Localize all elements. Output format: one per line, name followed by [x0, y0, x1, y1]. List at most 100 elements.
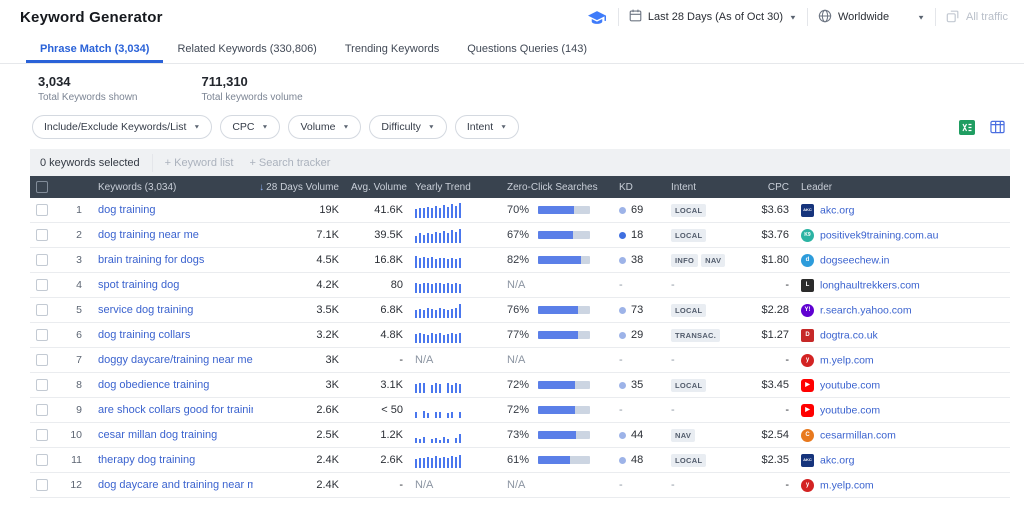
- avg-volume: 41.6K: [374, 204, 403, 216]
- tab-questions-queries-143[interactable]: Questions Queries (143): [453, 34, 601, 63]
- leader-link[interactable]: dogtra.co.uk: [820, 329, 878, 341]
- select-all-checkbox[interactable]: [36, 181, 48, 193]
- leader-link[interactable]: youtube.com: [820, 379, 880, 391]
- filter-include-exclude-keywords-list[interactable]: Include/Exclude Keywords/List ▼: [32, 115, 213, 139]
- leader-link[interactable]: youtube.com: [820, 404, 880, 416]
- leader-link[interactable]: akc.org: [820, 204, 854, 216]
- zero-click-bar: [538, 306, 590, 315]
- action-search-tracker[interactable]: + Search tracker: [249, 157, 330, 169]
- row-checkbox[interactable]: [36, 204, 48, 217]
- col-intent[interactable]: Intent: [665, 182, 737, 193]
- intent: -: [671, 404, 675, 416]
- kd-dot: [619, 431, 626, 439]
- zero-click-pct: 73%: [507, 429, 530, 441]
- row-checkbox[interactable]: [36, 454, 48, 467]
- zero-click-pct: 77%: [507, 329, 530, 341]
- keyword-link[interactable]: therapy dog training: [98, 454, 195, 466]
- col-cpc[interactable]: CPC: [737, 182, 795, 193]
- filter-label: Volume: [300, 121, 336, 133]
- row-number: 2: [76, 229, 82, 241]
- filter-cpc[interactable]: CPC ▼: [220, 115, 281, 139]
- col-avg-volume[interactable]: Avg. Volume: [345, 182, 409, 193]
- zero-click: 67%: [501, 229, 613, 241]
- avg-volume: -: [399, 354, 403, 366]
- keyword-link[interactable]: spot training dog: [98, 279, 179, 291]
- row-number: 8: [76, 379, 82, 391]
- leader-link[interactable]: akc.org: [820, 454, 854, 466]
- keyword-link[interactable]: cesar millan dog training: [98, 429, 217, 441]
- leader-link[interactable]: cesarmillan.com: [820, 429, 896, 441]
- trend-chart: [415, 402, 495, 418]
- keyword-link[interactable]: dog daycare and training near me ...: [98, 479, 253, 491]
- table-row: 6 dog training collars 3.2K 4.8K 77% 29 TRANSA…: [30, 323, 1010, 348]
- stat-block: 3,034 Total Keywords shown: [38, 74, 138, 103]
- row-checkbox[interactable]: [36, 379, 48, 392]
- zero-click-bar: [538, 231, 590, 240]
- keyword-link[interactable]: brain training for dogs: [98, 254, 204, 266]
- row-checkbox[interactable]: [36, 304, 48, 317]
- keyword-link[interactable]: service dog training: [98, 304, 193, 316]
- stat-value: 3,034: [38, 74, 71, 89]
- filter-difficulty[interactable]: Difficulty ▼: [369, 115, 447, 139]
- leader-link[interactable]: dogseechew.in: [820, 254, 889, 266]
- zero-click-bar: [538, 331, 590, 340]
- intent-badge: LOCAL: [671, 453, 707, 467]
- filter-label: Intent: [466, 121, 494, 133]
- row-checkbox[interactable]: [36, 354, 48, 367]
- manage-columns-button[interactable]: [986, 117, 1008, 137]
- keyword-link[interactable]: doggy daycare/training near me: [98, 354, 253, 366]
- leader-link[interactable]: r.search.yahoo.com: [820, 304, 912, 316]
- col-kd[interactable]: KD: [613, 182, 665, 193]
- col-28-days-volume[interactable]: ↓ 28 Days Volume: [253, 182, 345, 193]
- vol-28d: 2.4K: [316, 479, 339, 491]
- filter-bar: Include/Exclude Keywords/List ▼ CPC ▼ Volume…: [30, 109, 1010, 149]
- location-select[interactable]: Worldwide ▼: [818, 9, 925, 26]
- kd: 18: [613, 229, 665, 241]
- leader-link[interactable]: longhaultrekkers.com: [820, 279, 920, 291]
- cpc: $2.54: [761, 429, 789, 441]
- row-number: 5: [76, 304, 82, 316]
- zero-click-bar: [538, 456, 590, 465]
- col-keywords[interactable]: Keywords (3,034): [92, 182, 253, 193]
- keyword-link[interactable]: dog training collars: [98, 329, 190, 341]
- academy-icon[interactable]: [586, 7, 608, 27]
- tab-related-keywords-330-806[interactable]: Related Keywords (330,806): [163, 34, 330, 63]
- row-checkbox[interactable]: [36, 254, 48, 267]
- tab-trending-keywords[interactable]: Trending Keywords: [331, 34, 453, 63]
- zero-click: 77%: [501, 329, 613, 341]
- avg-volume: 2.6K: [380, 454, 403, 466]
- date-range-select[interactable]: Last 28 Days (As of Oct 30) ▼: [629, 9, 797, 25]
- export-xls-button[interactable]: [956, 117, 978, 137]
- keyword-link[interactable]: are shock collars good for training ...: [98, 404, 253, 416]
- leader-link[interactable]: positivek9training.com.au: [820, 229, 938, 241]
- col-zero-click[interactable]: Zero-Click Searches: [501, 182, 613, 193]
- action-keyword-list[interactable]: + Keyword list: [165, 157, 234, 169]
- row-number: 6: [76, 329, 82, 341]
- filter-volume[interactable]: Volume ▼: [288, 115, 362, 139]
- row-number: 3: [76, 254, 82, 266]
- zero-click-bar: [538, 256, 590, 265]
- tab-phrase-match-3-034[interactable]: Phrase Match (3,034): [26, 34, 163, 63]
- row-checkbox[interactable]: [36, 329, 48, 342]
- keyword-link[interactable]: dog training near me: [98, 229, 199, 241]
- row-number: 9: [76, 404, 82, 416]
- filter-intent[interactable]: Intent ▼: [454, 115, 520, 139]
- keyword-link[interactable]: dog training: [98, 204, 156, 216]
- traffic-filter-select[interactable]: All traffic: [946, 9, 1008, 26]
- intent: -: [671, 479, 675, 491]
- table-row: 4 spot training dog 4.2K 80 N/A - - - Llonghault…: [30, 273, 1010, 298]
- keyword-link[interactable]: dog obedience training: [98, 379, 209, 391]
- avg-volume: -: [399, 479, 403, 491]
- row-checkbox[interactable]: [36, 279, 48, 292]
- table-row: 10 cesar millan dog training 2.5K 1.2K 73% 44…: [30, 423, 1010, 448]
- leader-link[interactable]: m.yelp.com: [820, 479, 874, 491]
- row-checkbox[interactable]: [36, 229, 48, 242]
- row-checkbox[interactable]: [36, 404, 48, 417]
- table-row: 2 dog training near me 7.1K 39.5K 67% 18 LOCAL…: [30, 223, 1010, 248]
- row-checkbox[interactable]: [36, 429, 48, 442]
- zero-click: N/A: [507, 354, 526, 366]
- intent: -: [671, 354, 675, 366]
- table-row: 3 brain training for dogs 4.5K 16.8K 82% 38 IN…: [30, 248, 1010, 273]
- row-checkbox[interactable]: [36, 479, 48, 492]
- leader-link[interactable]: m.yelp.com: [820, 354, 874, 366]
